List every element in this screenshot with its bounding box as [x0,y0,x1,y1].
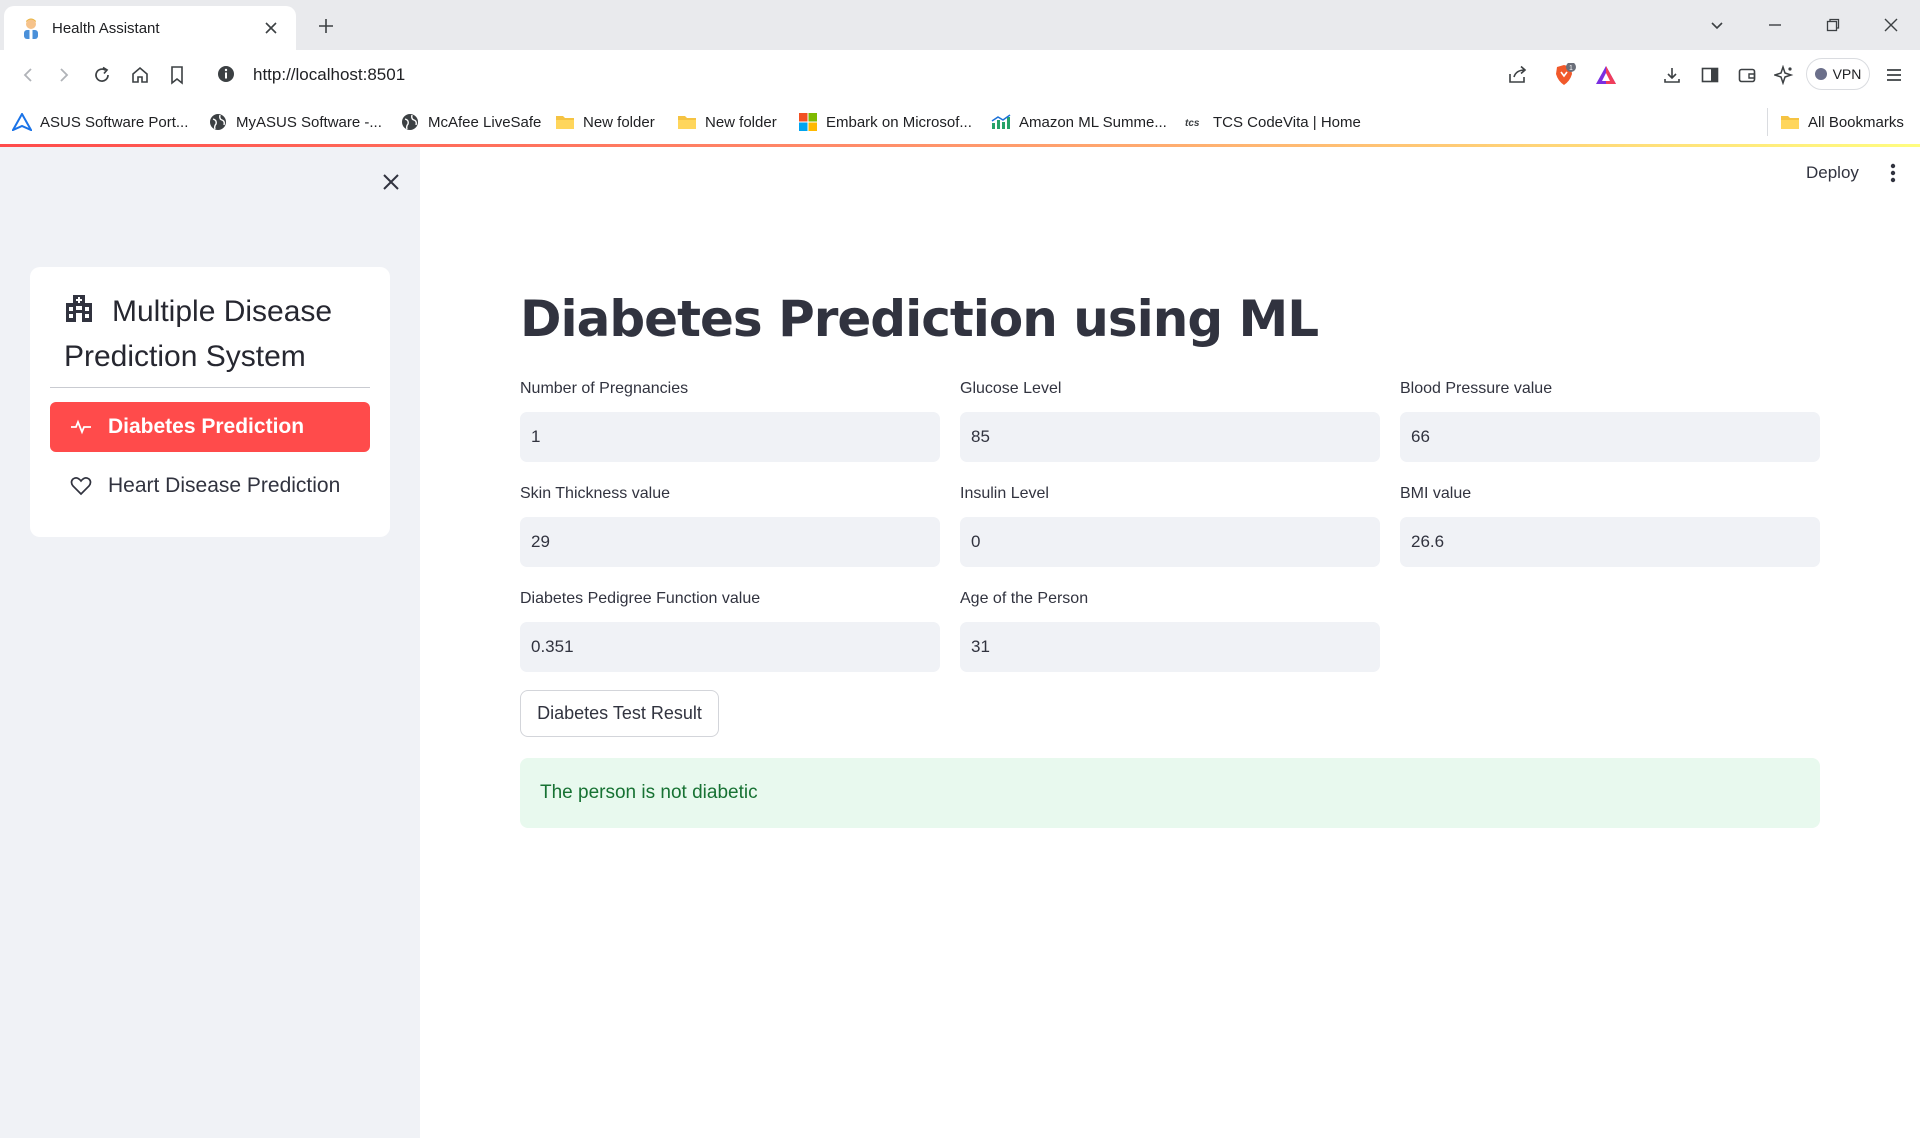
wallet-icon[interactable] [1733,61,1761,89]
asus-icon [12,112,32,132]
pedigree-field: Diabetes Pedigree Function value 0.351 [520,588,940,672]
microsoft-icon [798,112,818,132]
folder-icon [1780,112,1800,132]
heart-icon [68,473,94,499]
folder-icon [555,112,575,132]
tcs-icon: tcs [1185,112,1205,132]
bmi-field: BMI value 26.6 [1400,483,1820,567]
reload-icon[interactable] [88,61,116,89]
browser-menu-icon[interactable] [1880,61,1908,89]
sidebar: Multiple Disease Prediction System Diabe… [0,147,420,1138]
bmi-label: BMI value [1400,485,1472,502]
skin-thickness-input[interactable]: 29 [520,517,940,567]
page-title: Diabetes Prediction using ML [520,290,1319,348]
blood-pressure-field: Blood Pressure value 66 [1400,378,1820,462]
insulin-field: Insulin Level 0 [960,483,1380,567]
glucose-input[interactable]: 85 [960,412,1380,462]
menu-item-heart-disease-prediction[interactable]: Heart Disease Prediction [50,461,370,511]
brave-rewards-icon[interactable] [1592,61,1620,89]
result-text: The person is not diabetic [540,782,758,803]
age-input[interactable]: 31 [960,622,1380,672]
menu-divider [50,387,370,388]
restore-icon[interactable] [1804,0,1862,50]
tab-close-icon[interactable] [260,17,282,39]
forward-icon[interactable] [50,61,78,89]
vpn-button[interactable]: VPN [1806,58,1870,90]
globe-icon [400,112,420,132]
result-success-alert: The person is not diabetic [520,758,1820,828]
tab-strip: Health Assistant [0,0,1920,50]
globe-icon [208,112,228,132]
pedigree-label: Diabetes Pedigree Function value [520,590,761,607]
blood-pressure-label: Blood Pressure value [1400,380,1553,397]
bookmark-microsoft[interactable]: Embark on Microsof... [798,108,972,136]
chart-icon [991,112,1011,132]
tab-search-chevron-icon[interactable] [1688,0,1746,50]
address-bar[interactable]: http://localhost:8501 [253,58,405,92]
close-window-icon[interactable] [1862,0,1920,50]
vpn-status-icon [1814,68,1827,80]
age-field: Age of the Person 31 [960,588,1380,672]
vpn-label: VPN [1832,66,1862,82]
diabetes-test-result-button[interactable]: Diabetes Test Result [520,690,719,737]
doctor-favicon-icon [20,17,42,39]
bmi-input[interactable]: 26.6 [1400,517,1820,567]
skin-thickness-field: Skin Thickness value 29 [520,483,940,567]
bookmark-asus[interactable]: ASUS Software Port... [12,108,188,136]
activity-icon [68,414,94,440]
menu-title: Multiple Disease Prediction System [64,289,364,379]
hospital-icon [64,291,94,322]
insulin-input[interactable]: 0 [960,517,1380,567]
download-icon[interactable] [1658,61,1686,89]
pedigree-input[interactable]: 0.351 [520,622,940,672]
menu-item-label: Diabetes Prediction [108,415,305,438]
bookmark-icon[interactable] [163,61,191,89]
deploy-button[interactable]: Deploy [1806,163,1859,183]
back-icon[interactable] [14,61,42,89]
home-icon[interactable] [126,61,154,89]
browser-tab[interactable]: Health Assistant [4,6,296,50]
brave-shields-icon[interactable]: 1 [1550,61,1578,89]
glucose-label: Glucose Level [960,380,1062,397]
glucose-field: Glucose Level 85 [960,378,1380,462]
bookmark-folder-2[interactable]: New folder [677,108,777,136]
menu-title-text: Multiple Disease Prediction System [64,295,333,373]
bookmark-amazon-ml[interactable]: Amazon ML Summe... [991,108,1167,136]
bookmark-mcafee[interactable]: McAfee LiveSafe [400,108,541,136]
menu-item-label: Heart Disease Prediction [108,474,341,497]
insulin-label: Insulin Level [960,485,1049,502]
bookmark-tcs-codevita[interactable]: tcs TCS CodeVita | Home [1185,108,1361,136]
bookmark-myasus[interactable]: MyASUS Software -... [208,108,382,136]
blood-pressure-input[interactable]: 66 [1400,412,1820,462]
svg-text:tcs: tcs [1185,118,1200,129]
folder-icon [677,112,697,132]
site-info-icon[interactable] [215,63,237,85]
pregnancies-field: Number of Pregnancies 1 [520,378,940,462]
close-sidebar-icon[interactable] [376,167,406,197]
menu-item-diabetes-prediction[interactable]: Diabetes Prediction [50,402,370,452]
tab-title: Health Assistant [52,19,160,37]
all-bookmarks[interactable]: All Bookmarks [1767,108,1904,136]
sidebar-toggle-icon[interactable] [1696,61,1724,89]
url-text: http://localhost:8501 [253,65,406,84]
app-menu-icon[interactable] [1880,160,1906,186]
skin-thickness-label: Skin Thickness value [520,485,670,502]
age-label: Age of the Person [960,590,1089,607]
shields-badge: 1 [1569,65,1573,72]
leo-ai-icon[interactable] [1770,61,1798,89]
pregnancies-input[interactable]: 1 [520,412,940,462]
new-tab-icon[interactable] [312,12,340,40]
minimize-icon[interactable] [1746,0,1804,50]
pregnancies-label: Number of Pregnancies [520,380,689,397]
option-menu: Multiple Disease Prediction System Diabe… [30,267,390,537]
bookmark-folder-1[interactable]: New folder [555,108,655,136]
share-icon[interactable] [1504,61,1532,89]
